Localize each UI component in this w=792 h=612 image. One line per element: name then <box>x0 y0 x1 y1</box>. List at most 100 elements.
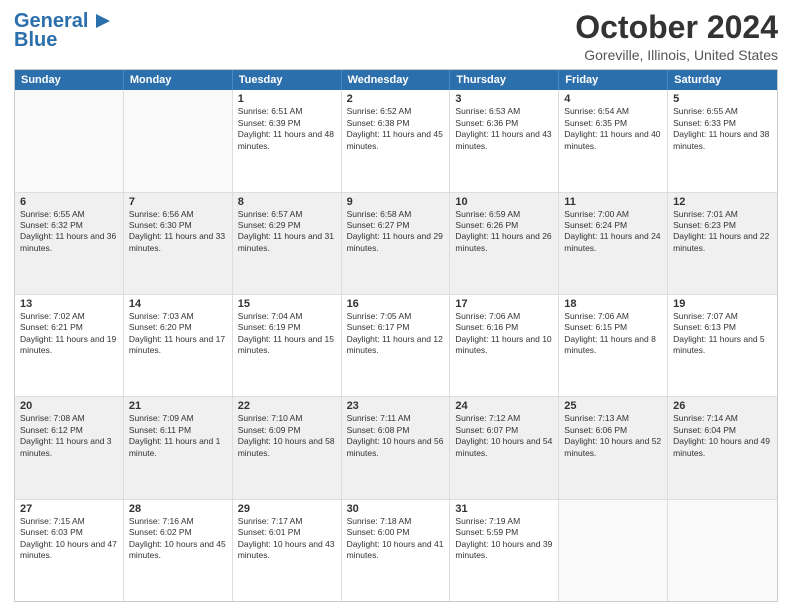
day-info: Sunrise: 6:54 AM Sunset: 6:35 PM Dayligh… <box>564 106 662 152</box>
day-info: Sunrise: 6:57 AM Sunset: 6:29 PM Dayligh… <box>238 209 336 255</box>
day-info: Sunrise: 6:58 AM Sunset: 6:27 PM Dayligh… <box>347 209 445 255</box>
day-info: Sunrise: 7:13 AM Sunset: 6:06 PM Dayligh… <box>564 413 662 459</box>
calendar-cell: 14Sunrise: 7:03 AM Sunset: 6:20 PM Dayli… <box>124 295 233 396</box>
day-info: Sunrise: 7:10 AM Sunset: 6:09 PM Dayligh… <box>238 413 336 459</box>
calendar-cell: 17Sunrise: 7:06 AM Sunset: 6:16 PM Dayli… <box>450 295 559 396</box>
logo: General Blue <box>14 10 114 52</box>
title-block: October 2024 Goreville, Illinois, United… <box>575 10 778 63</box>
calendar-header-cell-sunday: Sunday <box>15 70 124 90</box>
day-number: 17 <box>455 298 553 310</box>
day-number: 25 <box>564 400 662 412</box>
day-number: 3 <box>455 93 553 105</box>
day-info: Sunrise: 7:06 AM Sunset: 6:16 PM Dayligh… <box>455 311 553 357</box>
day-info: Sunrise: 7:07 AM Sunset: 6:13 PM Dayligh… <box>673 311 772 357</box>
calendar-week-4: 20Sunrise: 7:08 AM Sunset: 6:12 PM Dayli… <box>15 397 777 499</box>
day-number: 6 <box>20 196 118 208</box>
calendar-cell: 24Sunrise: 7:12 AM Sunset: 6:07 PM Dayli… <box>450 397 559 498</box>
calendar-cell: 1Sunrise: 6:51 AM Sunset: 6:39 PM Daylig… <box>233 90 342 191</box>
main-title: October 2024 <box>575 10 778 45</box>
day-info: Sunrise: 6:56 AM Sunset: 6:30 PM Dayligh… <box>129 209 227 255</box>
calendar-cell <box>559 500 668 601</box>
day-number: 14 <box>129 298 227 310</box>
calendar-cell <box>124 90 233 191</box>
day-info: Sunrise: 7:19 AM Sunset: 5:59 PM Dayligh… <box>455 516 553 562</box>
calendar-cell: 26Sunrise: 7:14 AM Sunset: 6:04 PM Dayli… <box>668 397 777 498</box>
calendar-cell: 27Sunrise: 7:15 AM Sunset: 6:03 PM Dayli… <box>15 500 124 601</box>
day-number: 29 <box>238 503 336 515</box>
day-number: 20 <box>20 400 118 412</box>
day-number: 7 <box>129 196 227 208</box>
calendar-cell: 11Sunrise: 7:00 AM Sunset: 6:24 PM Dayli… <box>559 193 668 294</box>
calendar-cell: 28Sunrise: 7:16 AM Sunset: 6:02 PM Dayli… <box>124 500 233 601</box>
day-number: 18 <box>564 298 662 310</box>
day-info: Sunrise: 7:12 AM Sunset: 6:07 PM Dayligh… <box>455 413 553 459</box>
calendar-header-cell-thursday: Thursday <box>450 70 559 90</box>
calendar-cell: 15Sunrise: 7:04 AM Sunset: 6:19 PM Dayli… <box>233 295 342 396</box>
day-number: 13 <box>20 298 118 310</box>
calendar-header-cell-friday: Friday <box>559 70 668 90</box>
day-number: 26 <box>673 400 772 412</box>
day-info: Sunrise: 7:18 AM Sunset: 6:00 PM Dayligh… <box>347 516 445 562</box>
calendar-week-5: 27Sunrise: 7:15 AM Sunset: 6:03 PM Dayli… <box>15 500 777 601</box>
day-info: Sunrise: 7:01 AM Sunset: 6:23 PM Dayligh… <box>673 209 772 255</box>
day-number: 28 <box>129 503 227 515</box>
header: General Blue October 2024 Goreville, Ill… <box>14 10 778 63</box>
day-number: 10 <box>455 196 553 208</box>
day-number: 5 <box>673 93 772 105</box>
calendar-header-cell-saturday: Saturday <box>668 70 777 90</box>
calendar-cell: 6Sunrise: 6:55 AM Sunset: 6:32 PM Daylig… <box>15 193 124 294</box>
day-number: 4 <box>564 93 662 105</box>
calendar-cell: 7Sunrise: 6:56 AM Sunset: 6:30 PM Daylig… <box>124 193 233 294</box>
day-info: Sunrise: 7:17 AM Sunset: 6:01 PM Dayligh… <box>238 516 336 562</box>
day-info: Sunrise: 7:14 AM Sunset: 6:04 PM Dayligh… <box>673 413 772 459</box>
day-number: 9 <box>347 196 445 208</box>
day-number: 15 <box>238 298 336 310</box>
day-info: Sunrise: 6:51 AM Sunset: 6:39 PM Dayligh… <box>238 106 336 152</box>
day-number: 19 <box>673 298 772 310</box>
calendar-header-cell-tuesday: Tuesday <box>233 70 342 90</box>
calendar-cell: 3Sunrise: 6:53 AM Sunset: 6:36 PM Daylig… <box>450 90 559 191</box>
calendar-cell: 16Sunrise: 7:05 AM Sunset: 6:17 PM Dayli… <box>342 295 451 396</box>
calendar-cell: 8Sunrise: 6:57 AM Sunset: 6:29 PM Daylig… <box>233 193 342 294</box>
day-number: 21 <box>129 400 227 412</box>
day-info: Sunrise: 6:52 AM Sunset: 6:38 PM Dayligh… <box>347 106 445 152</box>
day-number: 16 <box>347 298 445 310</box>
day-info: Sunrise: 7:02 AM Sunset: 6:21 PM Dayligh… <box>20 311 118 357</box>
calendar-week-3: 13Sunrise: 7:02 AM Sunset: 6:21 PM Dayli… <box>15 295 777 397</box>
calendar: SundayMondayTuesdayWednesdayThursdayFrid… <box>14 69 778 602</box>
day-number: 12 <box>673 196 772 208</box>
calendar-header-cell-wednesday: Wednesday <box>342 70 451 90</box>
calendar-cell: 29Sunrise: 7:17 AM Sunset: 6:01 PM Dayli… <box>233 500 342 601</box>
day-info: Sunrise: 7:15 AM Sunset: 6:03 PM Dayligh… <box>20 516 118 562</box>
day-info: Sunrise: 7:08 AM Sunset: 6:12 PM Dayligh… <box>20 413 118 459</box>
calendar-cell: 23Sunrise: 7:11 AM Sunset: 6:08 PM Dayli… <box>342 397 451 498</box>
day-info: Sunrise: 6:55 AM Sunset: 6:32 PM Dayligh… <box>20 209 118 255</box>
subtitle: Goreville, Illinois, United States <box>575 47 778 63</box>
day-number: 11 <box>564 196 662 208</box>
day-number: 8 <box>238 196 336 208</box>
calendar-week-2: 6Sunrise: 6:55 AM Sunset: 6:32 PM Daylig… <box>15 193 777 295</box>
day-number: 30 <box>347 503 445 515</box>
calendar-cell: 13Sunrise: 7:02 AM Sunset: 6:21 PM Dayli… <box>15 295 124 396</box>
calendar-cell <box>668 500 777 601</box>
calendar-cell: 19Sunrise: 7:07 AM Sunset: 6:13 PM Dayli… <box>668 295 777 396</box>
calendar-cell: 25Sunrise: 7:13 AM Sunset: 6:06 PM Dayli… <box>559 397 668 498</box>
calendar-cell: 20Sunrise: 7:08 AM Sunset: 6:12 PM Dayli… <box>15 397 124 498</box>
day-info: Sunrise: 7:04 AM Sunset: 6:19 PM Dayligh… <box>238 311 336 357</box>
calendar-cell: 12Sunrise: 7:01 AM Sunset: 6:23 PM Dayli… <box>668 193 777 294</box>
logo-arrow-icon <box>92 10 114 32</box>
calendar-header-cell-monday: Monday <box>124 70 233 90</box>
calendar-cell: 9Sunrise: 6:58 AM Sunset: 6:27 PM Daylig… <box>342 193 451 294</box>
calendar-cell <box>15 90 124 191</box>
day-info: Sunrise: 7:09 AM Sunset: 6:11 PM Dayligh… <box>129 413 227 459</box>
logo-blue-text: Blue <box>14 29 57 52</box>
calendar-body: 1Sunrise: 6:51 AM Sunset: 6:39 PM Daylig… <box>15 90 777 601</box>
calendar-cell: 21Sunrise: 7:09 AM Sunset: 6:11 PM Dayli… <box>124 397 233 498</box>
calendar-cell: 18Sunrise: 7:06 AM Sunset: 6:15 PM Dayli… <box>559 295 668 396</box>
day-number: 27 <box>20 503 118 515</box>
calendar-cell: 2Sunrise: 6:52 AM Sunset: 6:38 PM Daylig… <box>342 90 451 191</box>
calendar-cell: 22Sunrise: 7:10 AM Sunset: 6:09 PM Dayli… <box>233 397 342 498</box>
day-number: 31 <box>455 503 553 515</box>
day-info: Sunrise: 7:05 AM Sunset: 6:17 PM Dayligh… <box>347 311 445 357</box>
page: General Blue October 2024 Goreville, Ill… <box>0 0 792 612</box>
